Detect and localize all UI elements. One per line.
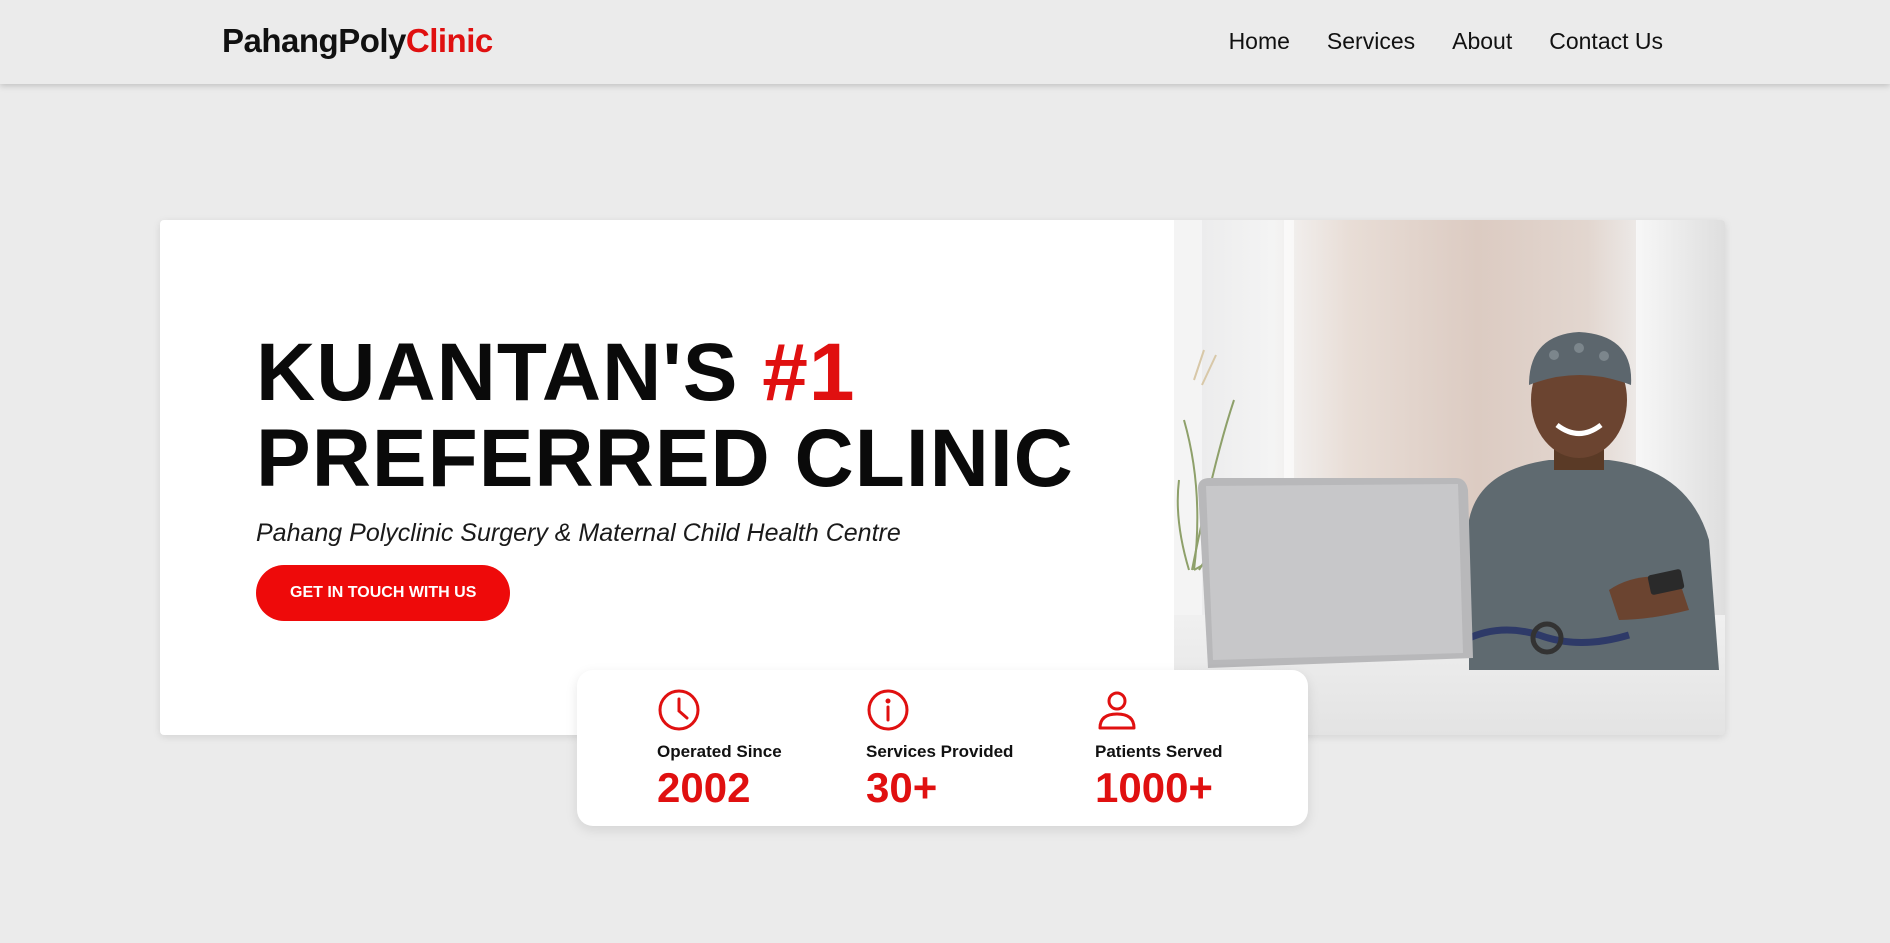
hero-card: KUANTAN'S #1 PREFERRED CLINIC Pahang Pol… xyxy=(160,220,1725,735)
hero-subtitle: Pahang Polyclinic Surgery & Maternal Chi… xyxy=(256,519,901,547)
nav-link-about[interactable]: About xyxy=(1452,22,1512,60)
hero-title-highlight: #1 xyxy=(762,327,856,418)
stat-value: 2002 xyxy=(657,764,751,811)
brand-name-primary: PahangPoly xyxy=(222,22,406,59)
laptop-icon xyxy=(1198,478,1473,668)
nav-link-services[interactable]: Services xyxy=(1327,22,1415,60)
info-icon xyxy=(867,689,909,731)
stat-value: 30+ xyxy=(866,764,938,811)
stats-card: Operated Since 2002 Services Provided 30… xyxy=(577,670,1308,826)
nav-link-home[interactable]: Home xyxy=(1229,22,1290,60)
get-in-touch-button[interactable]: GET IN TOUCH WITH US xyxy=(256,565,511,621)
clock-icon xyxy=(658,689,700,731)
hero-text-block: KUANTAN'S #1 PREFERRED CLINIC Pahang Pol… xyxy=(256,330,1136,621)
stat-value: 1000+ xyxy=(1095,764,1213,811)
stat-services-provided: Services Provided 30+ xyxy=(866,688,1013,810)
stat-label: Operated Since xyxy=(657,742,782,761)
nav-link-contact-us[interactable]: Contact Us xyxy=(1549,22,1663,60)
stat-operated-since: Operated Since 2002 xyxy=(657,688,782,810)
hero-title-line2: PREFERRED CLINIC xyxy=(256,413,1074,504)
stat-patients-served: Patients Served 1000+ xyxy=(1095,688,1223,810)
site-header: PahangPolyClinic Home Services About Con… xyxy=(0,0,1890,84)
brand-logo[interactable]: PahangPolyClinic xyxy=(222,18,493,64)
doctor-with-laptop-photo xyxy=(1174,220,1725,735)
main-nav: Home Services About Contact Us xyxy=(1192,22,1663,60)
brand-name-accent: Clinic xyxy=(405,22,493,59)
stat-label: Patients Served xyxy=(1095,742,1223,761)
hero-title: KUANTAN'S #1 PREFERRED CLINIC xyxy=(256,330,1136,502)
user-icon xyxy=(1098,691,1136,730)
stat-label: Services Provided xyxy=(866,742,1014,761)
hero-title-prefix: KUANTAN'S xyxy=(256,327,763,418)
